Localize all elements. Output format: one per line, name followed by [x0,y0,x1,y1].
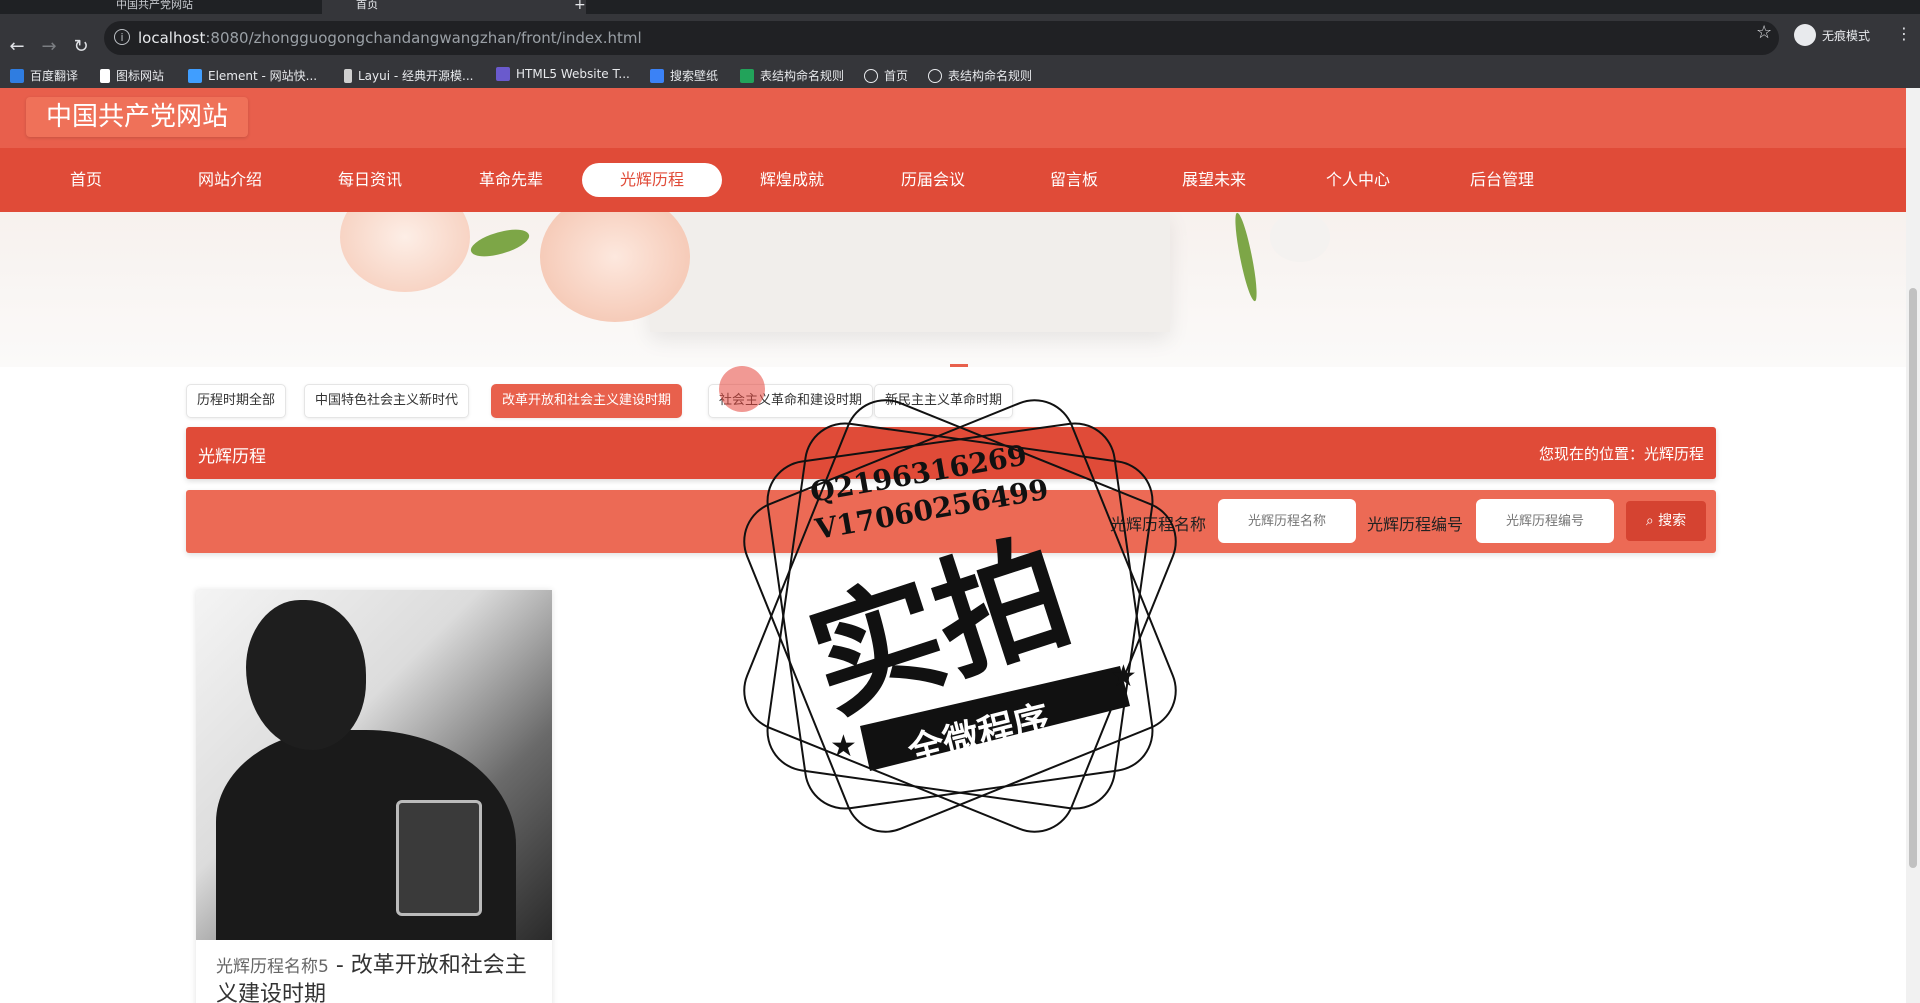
browser-tab-title: 中国共产党网站 [116,0,193,11]
nav-item-home[interactable]: 首页 [16,163,156,197]
back-icon[interactable]: ← [6,36,28,58]
nav-item-meetings[interactable]: 历届会议 [863,163,1003,197]
bookmark-label: 首页 [884,69,909,83]
breadcrumb: 您现在的位置：光辉历程 [1538,445,1704,463]
address-url: localhost:8080/zhongguogongchandangwangz… [138,29,642,47]
star-icon: ★ [1110,659,1137,694]
star-icon: ★ [830,729,857,764]
bookmark-favicon-icon [740,69,754,83]
nav-item-achievements[interactable]: 辉煌成就 [722,163,862,197]
browser-tab-strip: 中国共产党网站 首页 + [0,0,1920,14]
bookmark-label: HTML5 Website T... [516,67,630,81]
incognito-icon[interactable] [1794,24,1816,46]
address-bar[interactable]: i localhost:8080/zhongguogongchandangwan… [104,21,1779,55]
section-title: 光辉历程 [198,447,266,467]
bookmark-item[interactable]: HTML5 Website T... [496,67,630,81]
bookmark-label: 百度翻译 [30,69,79,83]
bookmark-item[interactable]: Layui - 经典开源模... [344,67,473,84]
filter-chip[interactable]: 新民主主义革命时期 [874,384,1014,418]
site-info-icon[interactable]: i [114,29,130,45]
bookmark-label: Layui - 经典开源模... [358,69,474,83]
search-button[interactable]: ⌕ 搜索 [1626,501,1706,541]
bookmark-favicon-icon [344,69,352,83]
bookmark-item[interactable]: 百度翻译 [10,67,78,84]
bookmark-favicon-icon [10,69,24,83]
nav-item-pioneers[interactable]: 革命先辈 [441,163,581,197]
bookmark-item[interactable]: Element - 网站快... [188,67,317,84]
section-title-bar: 光辉历程 您现在的位置：光辉历程 [186,427,1716,479]
cursor-highlight [719,366,765,412]
new-tab-button[interactable]: + [574,0,594,14]
card-image-glass [396,800,482,916]
card-image [196,590,552,940]
filter-chip[interactable]: 历程时期全部 [186,384,287,418]
card-name: 光辉历程名称5 [216,957,329,977]
page-viewport: 中国共产党网站 首页 网站介绍 每日资讯 革命先辈 光辉历程 辉煌成就 历届会议… [0,88,1906,1003]
bookmark-label: 表结构命名规则 [760,69,845,83]
bookmark-item[interactable]: 表结构命名规则 [928,67,1032,84]
nav-item-future[interactable]: 展望未来 [1144,163,1284,197]
bookmark-item[interactable]: 表结构命名规则 [740,67,844,84]
browser-tab[interactable]: 中国共产党网站 [92,0,336,14]
browser-tab-title: 首页 [356,0,378,11]
banner-flower [1270,212,1330,262]
nav-item-guestbook[interactable]: 留言板 [1004,163,1144,197]
banner-leaf [468,222,532,264]
nav-item-admin[interactable]: 后台管理 [1432,163,1572,197]
nav-item-history[interactable]: 光辉历程 [582,163,722,197]
bookmark-item[interactable]: 搜索壁纸 [650,67,718,84]
site-header: 中国共产党网站 [0,88,1906,148]
browser-tab-active[interactable]: 首页 [322,0,586,14]
globe-icon [864,69,878,83]
history-card[interactable]: 光辉历程名称5 - 改革开放和社会主义建设时期 [196,590,552,1003]
search-bar: 光辉历程名称 光辉历程编号 ⌕ 搜索 [186,490,1716,553]
filter-chip[interactable]: 中国特色社会主义新时代 [304,384,470,418]
url-host: localhost [138,29,206,47]
filter-chip-active[interactable]: 改革开放和社会主义建设时期 [491,384,683,418]
bookmark-label: Element - 网站快... [208,69,318,83]
card-image-head [246,600,366,750]
hero-banner [0,212,1906,367]
main-nav: 首页 网站介绍 每日资讯 革命先辈 光辉历程 辉煌成就 历届会议 留言板 展望未… [0,148,1906,212]
bookmark-item[interactable]: 首页 [864,67,908,84]
bookmark-label: 图标网站 [116,69,165,83]
scrollbar-thumb[interactable] [1909,288,1917,868]
nav-item-about[interactable]: 网站介绍 [160,163,300,197]
banner-flower [340,212,470,292]
banner-leaf [1232,212,1260,303]
watermark-ribbon: 全微程序 [903,697,1054,773]
reload-icon[interactable]: ↻ [70,36,92,58]
nav-item-news[interactable]: 每日资讯 [300,163,440,197]
bookmarks-bar: 百度翻译 图标网站 Element - 网站快... Layui - 经典开源模… [0,62,1920,89]
name-search-input[interactable] [1218,499,1356,543]
bookmark-label: 搜索壁纸 [670,69,719,83]
forward-icon[interactable]: → [38,36,60,58]
globe-icon [928,69,942,83]
url-path: :8080/zhongguogongchandangwangzhan/front… [205,29,642,47]
banner-image [650,212,1170,332]
page-scrollbar[interactable] [1906,88,1920,1003]
site-title[interactable]: 中国共产党网站 [26,97,249,137]
card-title[interactable]: 光辉历程名称5 - 改革开放和社会主义建设时期 [216,952,546,1003]
search-button-label: 搜索 [1658,513,1687,529]
bookmark-star-icon[interactable]: ☆ [1756,22,1772,43]
bookmark-favicon-icon [100,69,110,83]
code-search-input[interactable] [1476,499,1614,543]
bookmark-favicon-icon [496,67,510,81]
carousel-dot[interactable] [950,364,968,367]
nav-item-profile[interactable]: 个人中心 [1288,163,1428,197]
bookmark-label: 表结构命名规则 [948,69,1033,83]
browser-toolbar: ← → ↻ i localhost:8080/zhongguogongchand… [0,14,1920,62]
search-icon: ⌕ [1645,513,1659,529]
browser-menu-icon[interactable]: ⋮ [1896,24,1912,43]
name-field-label: 光辉历程名称 [1110,515,1207,534]
bookmark-favicon-icon [650,69,664,83]
bookmark-favicon-icon [188,69,202,83]
bookmark-item[interactable]: 图标网站 [100,67,164,84]
code-field-label: 光辉历程编号 [1367,515,1464,534]
incognito-label: 无痕模式 [1822,29,1871,43]
